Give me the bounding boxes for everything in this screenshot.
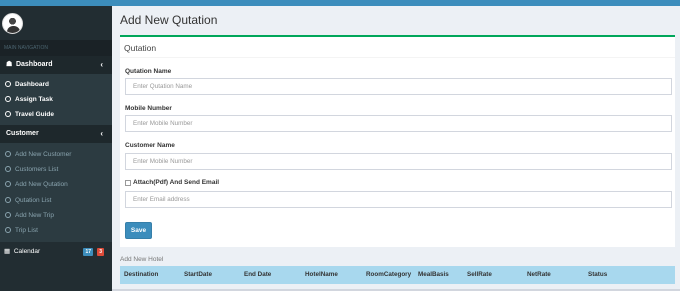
- sidebar-item-label: Add New Qutation: [15, 181, 68, 189]
- sidebar-item-label: Qutation List: [15, 196, 52, 204]
- user-panel: [0, 6, 112, 40]
- calendar-badge-red: 3: [97, 248, 104, 257]
- circle-icon: [5, 211, 11, 218]
- qutation-name-label: Qutation Name: [125, 68, 172, 75]
- page-title: Add New Qutation: [120, 13, 218, 27]
- sidebar-group-label: Customer: [6, 130, 39, 137]
- column-header: Status: [588, 271, 608, 278]
- column-header: SellRate: [467, 271, 492, 278]
- sidebar-item-label: Dashboard: [15, 81, 49, 88]
- circle-icon: [5, 151, 11, 157]
- sidebar-group-label: Dashboard: [15, 61, 53, 68]
- save-button[interactable]: Save: [125, 222, 152, 239]
- hotel-section-title: Add New Hotel: [120, 256, 164, 263]
- mobile-number-input[interactable]: Enter Mobile Number: [125, 115, 672, 132]
- circle-icon: [5, 96, 11, 102]
- sidebar-item-dashboard[interactable]: Dashboard: [0, 77, 112, 92]
- attach-checkbox[interactable]: [125, 180, 131, 186]
- sidebar-header: MAIN NAVIGATION: [0, 40, 112, 56]
- sidebar-item-add-new-customer[interactable]: Add New Customer: [0, 147, 112, 162]
- email-input[interactable]: Enter Email address: [125, 191, 672, 208]
- divider: [120, 57, 675, 58]
- dashboard-icon: ☗: [6, 61, 13, 68]
- qutation-name-input[interactable]: Enter Qutation Name: [125, 78, 672, 95]
- column-header: Destination: [124, 271, 159, 278]
- circle-icon: [5, 166, 11, 173]
- box-title: Qutation: [124, 43, 157, 53]
- sidebar-group-dashboard[interactable]: ☗ Dashboard ‹: [0, 56, 112, 74]
- dashboard-submenu: Dashboard Assign Task Travel Guide: [0, 74, 112, 125]
- sidebar-item-label: Trip List: [15, 226, 38, 234]
- circle-icon: [5, 181, 11, 188]
- customer-submenu: Add New Customer Customers List Add New …: [0, 143, 112, 243]
- chevron-down-icon: ‹: [100, 60, 103, 69]
- sidebar-item-trip-list[interactable]: Trip List: [0, 223, 112, 238]
- sidebar-item-travel-guide[interactable]: Travel Guide: [0, 107, 112, 122]
- circle-icon: [5, 111, 11, 117]
- sidebar-item-label: Travel Guide: [15, 111, 55, 118]
- sidebar-item-add-new-qutation[interactable]: Add New Qutation: [0, 177, 112, 192]
- sidebar-item-assign-task[interactable]: Assign Task: [0, 92, 112, 107]
- calendar-icon: ▦: [4, 248, 11, 256]
- column-header: NetRate: [527, 271, 551, 278]
- sidebar-item-calendar[interactable]: ▦ Calendar 17 3: [0, 242, 112, 263]
- calendar-badge-blue: 17: [83, 248, 93, 257]
- chevron-down-icon: ‹: [100, 129, 103, 138]
- column-header: StartDate: [184, 271, 212, 278]
- sidebar-group-customer[interactable]: Customer ‹: [0, 125, 112, 143]
- mobile-number-label: Mobile Number: [125, 105, 172, 112]
- sidebar-item-label: Customers List: [15, 166, 59, 174]
- avatar[interactable]: [2, 13, 23, 34]
- sidebar-item-add-new-trip[interactable]: Add New Trip: [0, 208, 112, 223]
- column-header: MealBasis: [418, 271, 449, 278]
- sidebar-item-label: Calendar: [13, 248, 41, 256]
- column-header: End Date: [244, 271, 272, 278]
- column-header: HotelName: [305, 271, 338, 278]
- circle-icon: [5, 226, 11, 233]
- sidebar-item-qutation-list[interactable]: Qutation List: [0, 193, 112, 208]
- qutation-form-box: Qutation Qutation Name Enter Qutation Na…: [120, 35, 675, 247]
- hotel-table-header: Destination StartDate End Date HotelName…: [120, 266, 675, 284]
- column-header: RoomCategory: [366, 271, 412, 278]
- customer-name-input[interactable]: Enter Mobile Number: [125, 153, 672, 170]
- sidebar-item-label: Assign Task: [15, 96, 53, 103]
- sidebar-item-customers-list[interactable]: Customers List: [0, 162, 112, 177]
- customer-name-label: Customer Name: [125, 142, 175, 149]
- main-content: Add New Qutation Qutation Qutation Name …: [112, 6, 680, 291]
- attach-label: Attach(Pdf) And Send Email: [133, 179, 220, 186]
- circle-icon: [5, 196, 11, 203]
- sidebar: MAIN NAVIGATION ☗ Dashboard ‹ Dashboard …: [0, 6, 112, 291]
- sidebar-item-label: Add New Customer: [15, 151, 72, 158]
- sidebar-item-label: Add New Trip: [15, 211, 55, 219]
- circle-icon: [5, 81, 11, 87]
